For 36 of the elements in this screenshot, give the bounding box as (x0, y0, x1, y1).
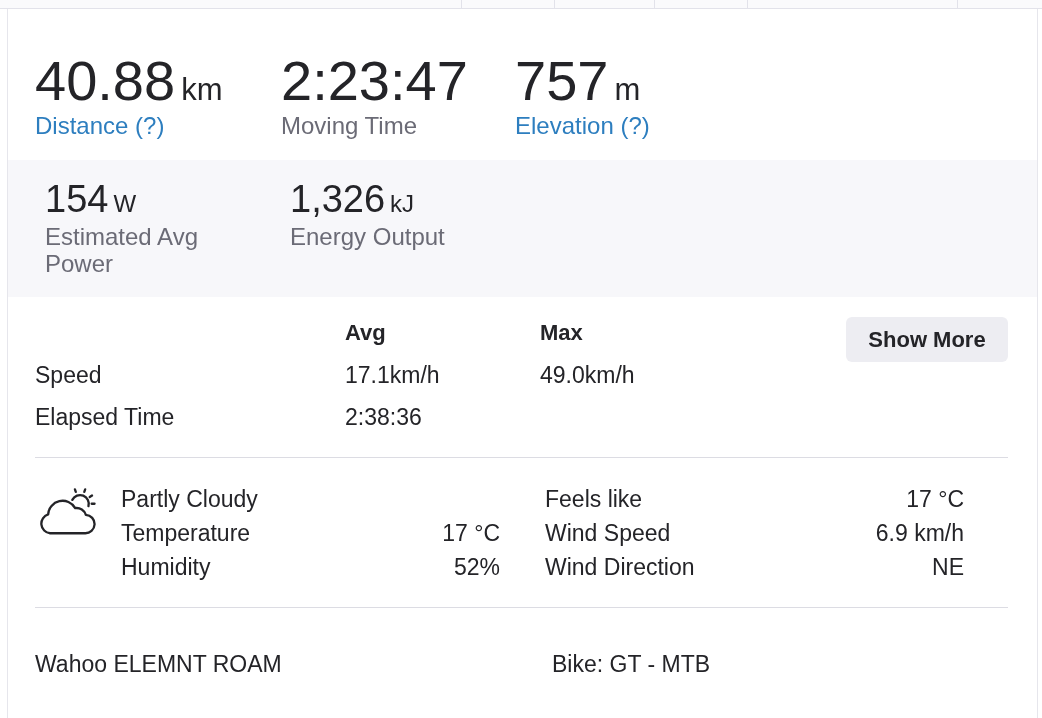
stat-value: 154 (45, 180, 109, 218)
weather-value: 52% (453, 553, 500, 582)
weather-label: Temperature (121, 519, 251, 548)
device-name: Wahoo ELEMNT ROAM (35, 651, 282, 677)
stat-unit: km (181, 74, 223, 105)
column-header: Avg (345, 319, 387, 347)
column-header: Max (540, 319, 584, 347)
stat-value: 2:23:47 (281, 53, 468, 109)
stat-help-link[interactable]: Elevation (?) (515, 112, 650, 141)
weather-label: Humidity (121, 553, 211, 582)
stat-value: 757 (515, 53, 609, 109)
weather-label: Wind Speed (545, 519, 671, 548)
table-cell-text: 49.0km/h (540, 361, 636, 390)
row-label: Speed (35, 361, 103, 390)
stat-unit: kJ (390, 192, 415, 216)
stat-value: 1,326 (290, 180, 386, 218)
cloud-sun-icon (38, 486, 96, 536)
stat-help-link[interactable]: Distance (?) (35, 112, 165, 141)
weather-value: 6.9 km/h (875, 519, 964, 548)
show-more-button[interactable]: Show More (846, 317, 1008, 362)
weather-condition: Partly Cloudy (121, 485, 258, 514)
table-cell-text: 2:38:36 (345, 403, 423, 432)
row-label: Elapsed Time (35, 403, 176, 432)
weather-label: Wind Direction (545, 553, 695, 582)
stat-unit: m (614, 74, 641, 105)
weather-value: 17 °C (906, 485, 964, 514)
gear-label: Bike: GT - MTB (552, 650, 711, 679)
stat-unit: W (113, 192, 137, 216)
stat-label: Estimated Avg Power (45, 223, 199, 277)
stat-label: Moving Time (281, 112, 418, 141)
weather-label: Feels like (545, 485, 643, 514)
weather-value: NE (932, 553, 964, 582)
table-cell-text: 17.1km/h (345, 361, 441, 390)
stat-value: 40.88 (35, 53, 176, 109)
stat-label: Energy Output (290, 223, 445, 250)
weather-value: 17 °C (442, 519, 500, 548)
